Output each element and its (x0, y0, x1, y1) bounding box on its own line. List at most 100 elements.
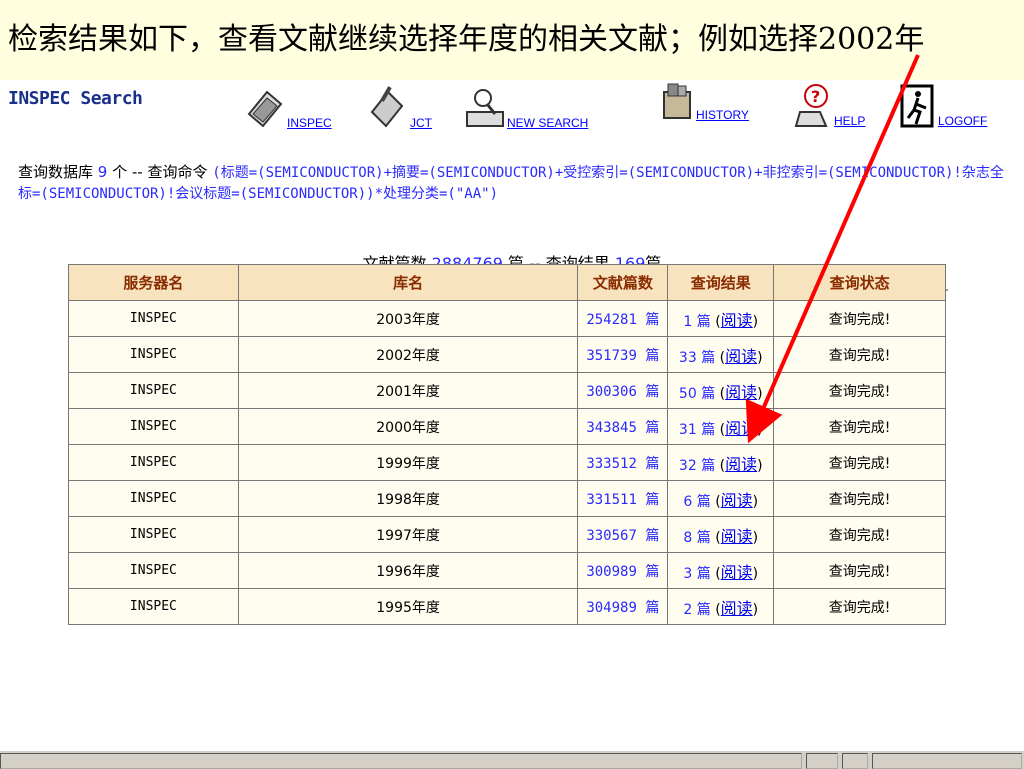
result-cell: 50 篇 (阅读) (667, 372, 775, 409)
status-cell: 查询完成! (773, 444, 946, 481)
doc-count-unit: 篇 (645, 455, 660, 472)
table-row: INSPEC 2002年度 351739 篇 33 篇 (阅读) 查询完成! (68, 336, 946, 373)
read-link[interactable]: 阅读 (725, 419, 757, 438)
table-row: INSPEC 1999年度 333512 篇 32 篇 (阅读) 查询完成! (68, 444, 946, 481)
doc-count-value: 300989 (586, 563, 637, 580)
database-name-cell: 1997年度 (237, 516, 579, 553)
result-cell: 32 篇 (阅读) (667, 444, 775, 481)
doc-count-cell: 304989 篇 (577, 588, 669, 625)
result-cell: 31 篇 (阅读) (667, 408, 775, 445)
read-link[interactable]: 阅读 (725, 347, 757, 366)
new-search-icon (465, 84, 505, 130)
column-header-doc-count: 文献篇数 (577, 264, 669, 301)
result-count: 33 (678, 349, 697, 366)
exit-door-icon (900, 82, 936, 128)
doc-count-cell: 300989 篇 (577, 552, 669, 589)
nav-help-label: HELP (834, 114, 866, 128)
result-cell: 3 篇 (阅读) (667, 552, 775, 589)
table-row: INSPEC 2001年度 300306 篇 50 篇 (阅读) 查询完成! (68, 372, 946, 409)
read-link[interactable]: 阅读 (725, 455, 757, 474)
nav-new-search-label: NEW SEARCH (507, 116, 589, 130)
doc-count-cell: 351739 篇 (577, 336, 669, 373)
result-count: 2 (683, 601, 693, 618)
table-row: INSPEC 2000年度 343845 篇 31 篇 (阅读) 查询完成! (68, 408, 946, 445)
database-name-cell: 2001年度 (237, 372, 579, 409)
column-header-server: 服务器名 (68, 264, 239, 301)
doc-count-unit: 篇 (645, 311, 660, 328)
table-row: INSPEC 1998年度 331511 篇6 篇 (阅读) 查询完成! (68, 480, 946, 517)
server-name-cell: INSPEC (68, 588, 239, 625)
doc-count-cell: 254281 篇 (577, 300, 669, 337)
doc-count-unit: 篇 (645, 491, 660, 508)
svg-text:?: ? (811, 87, 820, 106)
nav-inspec-button[interactable]: INSPEC (245, 84, 332, 130)
doc-count-cell: 330567 篇 (577, 516, 669, 553)
nav-help-button[interactable]: ? HELP (792, 82, 865, 128)
table-row: INSPEC 1995年度 304989 篇2 篇 (阅读) 查询完成! (68, 588, 946, 625)
database-name-cell: 2003年度 (237, 300, 579, 337)
status-cell: 查询完成! (773, 588, 946, 625)
read-link[interactable]: 阅读 (721, 527, 753, 546)
nav-jct-label: JCT (410, 116, 432, 130)
doc-count-unit: 篇 (645, 599, 660, 616)
result-count: 50 (678, 385, 697, 402)
doc-count-value: 254281 (586, 311, 637, 328)
result-count: 31 (678, 421, 697, 438)
nav-logoff-button[interactable]: LOGOFF (900, 82, 987, 128)
results-table: 服务器名 库名 文献篇数 查询结果 查询状态 INSPEC 2003年度 25428… (68, 264, 946, 625)
table-row: INSPEC 1996年度 300989 篇3 篇 (阅读) 查询完成! (68, 552, 946, 589)
nav-inspec-label: INSPEC (287, 116, 332, 130)
database-name-cell: 1998年度 (237, 480, 579, 517)
result-count: 3 (683, 565, 693, 582)
nav-jct-button[interactable]: JCT (368, 84, 432, 130)
server-name-cell: INSPEC (68, 408, 239, 445)
read-link[interactable]: 阅读 (721, 563, 753, 582)
help-icon: ? (792, 82, 832, 128)
result-count: 8 (683, 529, 693, 546)
database-name-cell: 2002年度 (237, 336, 579, 373)
read-link[interactable]: 阅读 (725, 383, 757, 402)
database-count: 9 (97, 163, 108, 181)
doc-count-cell: 343845 篇 (577, 408, 669, 445)
inspec-search-logo: INSPEC Search (8, 88, 143, 109)
column-header-results: 查询结果 (667, 264, 775, 301)
doc-count-value: 333512 (586, 455, 637, 472)
doc-count-cell: 300306 篇 (577, 372, 669, 409)
doc-count-cell: 331511 篇 (577, 480, 669, 517)
result-unit: 篇 (696, 601, 711, 618)
status-cell: 查询完成! (773, 336, 946, 373)
doc-count-value: 343845 (586, 419, 637, 436)
server-name-cell: INSPEC (68, 372, 239, 409)
column-header-status: 查询状态 (773, 264, 946, 301)
doc-count-value: 351739 (586, 347, 637, 364)
result-unit: 篇 (696, 493, 711, 510)
query-description: 查询数据库 9 个 -- 查询命令 (标题=(SEMICONDUCTOR)+摘要… (18, 162, 1008, 204)
result-cell: 2 篇 (阅读) (667, 588, 775, 625)
doc-count-unit: 篇 (645, 383, 660, 400)
column-header-database: 库名 (237, 264, 579, 301)
read-link[interactable]: 阅读 (721, 311, 753, 330)
status-bar-panel (842, 753, 868, 769)
read-link[interactable]: 阅读 (721, 599, 753, 618)
result-unit: 篇 (701, 421, 716, 438)
database-name-cell: 1995年度 (237, 588, 579, 625)
status-cell: 查询完成! (773, 516, 946, 553)
table-row: INSPEC 2003年度 254281 篇1 篇 (阅读) 查询完成! (68, 300, 946, 337)
read-link[interactable]: 阅读 (721, 491, 753, 510)
doc-count-unit: 篇 (645, 347, 660, 364)
doc-count-unit: 篇 (645, 419, 660, 436)
status-cell: 查询完成! (773, 408, 946, 445)
server-name-cell: INSPEC (68, 300, 239, 337)
result-count: 1 (683, 313, 693, 330)
book-icon (245, 84, 285, 130)
slide-title: 检索结果如下，查看文献继续选择年度的相关文献；例如选择2002年 (0, 0, 1024, 80)
result-count: 6 (683, 493, 693, 510)
result-count: 32 (678, 457, 697, 474)
database-name-cell: 1999年度 (237, 444, 579, 481)
query-command-label: 个 -- 查询命令 (112, 163, 208, 181)
nav-new-search-button[interactable]: NEW SEARCH (465, 84, 588, 130)
nav-history-button[interactable]: HISTORY (660, 82, 749, 122)
doc-count-value: 330567 (586, 527, 637, 544)
history-icon (660, 82, 694, 122)
doc-count-value: 304989 (586, 599, 637, 616)
